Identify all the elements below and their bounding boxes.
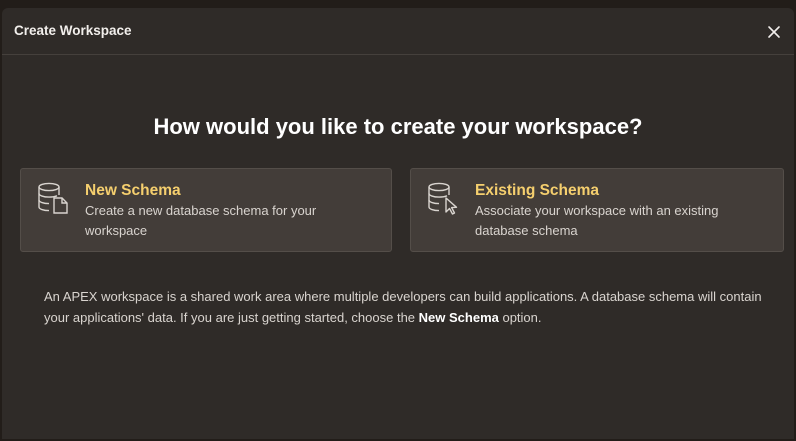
database-cursor-icon — [428, 182, 458, 215]
new-schema-description: Create a new database schema for your wo… — [85, 203, 317, 238]
database-document-icon — [38, 182, 68, 214]
existing-schema-description: Associate your workspace with an existin… — [475, 203, 719, 238]
dialog-header: Create Workspace — [2, 8, 794, 55]
existing-schema-title: Existing Schema — [475, 182, 600, 199]
existing-schema-option[interactable]: Existing Schema Associate your workspace… — [410, 168, 784, 252]
info-emphasis: New Schema — [418, 309, 499, 325]
new-schema-title: New Schema — [85, 182, 181, 199]
new-schema-option[interactable]: New Schema Create a new database schema … — [20, 168, 392, 252]
info-text-after: option. — [498, 309, 542, 325]
dialog-heading: How would you like to create your worksp… — [153, 114, 643, 139]
close-button[interactable] — [762, 20, 786, 44]
create-workspace-dialog: Create Workspace How would you like to c… — [2, 8, 794, 439]
dialog-title: Create Workspace — [14, 23, 132, 38]
info-text-before: An APEX workspace is a shared work area … — [44, 289, 762, 325]
close-icon — [768, 26, 780, 38]
workspace-info-text: An APEX workspace is a shared work area … — [44, 287, 764, 328]
